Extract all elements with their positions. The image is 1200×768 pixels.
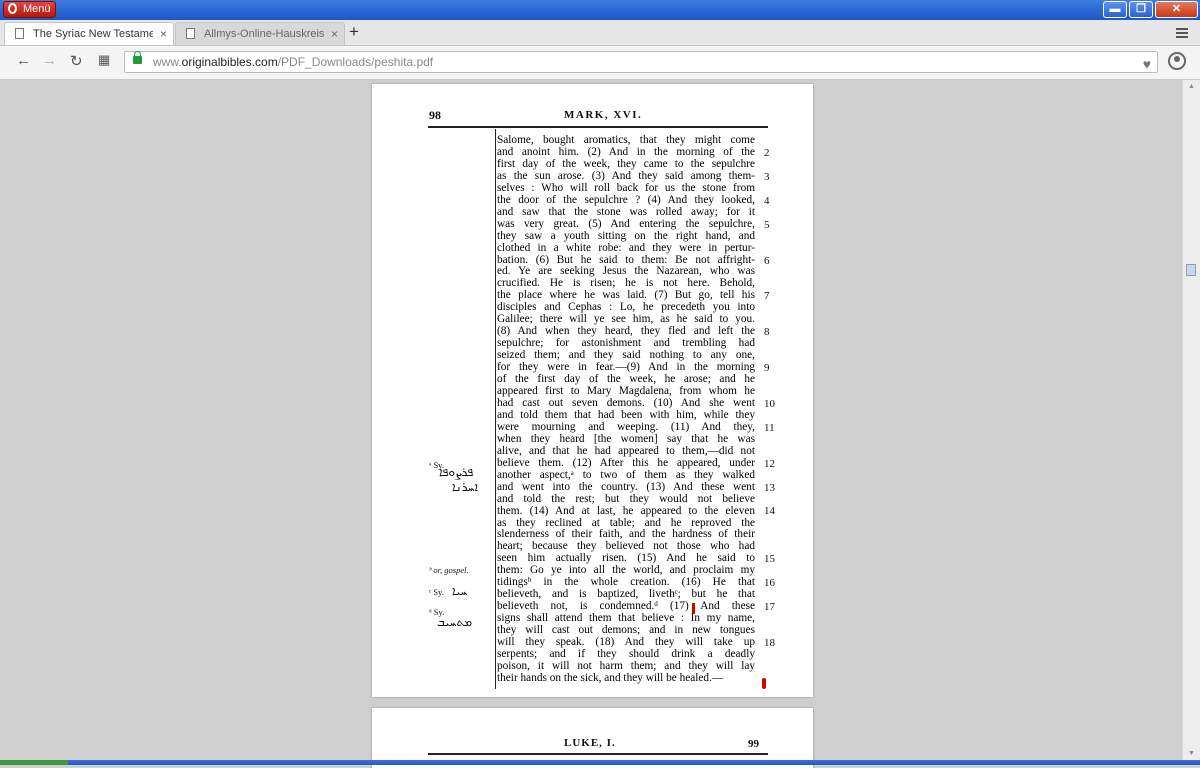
page-body-text: Salome, bought aromatics, that they migh… <box>497 134 755 685</box>
start-button[interactable] <box>0 760 68 765</box>
red-annotation-dot <box>762 678 766 689</box>
tab-allmys-hauskreis[interactable]: Allmys-Online-Hauskreis (Sei × <box>175 22 345 45</box>
opera-menu-button[interactable]: Menü <box>3 1 56 18</box>
document-icon <box>15 28 24 39</box>
text-line: and told the rest; but they would not be… <box>497 492 755 505</box>
reload-button[interactable]: ↻ <box>70 52 83 70</box>
syriac-gloss-a: ܦܪܨܘܦܐ <box>439 465 474 479</box>
syriac-gloss-d: ܡܬܚܝܒ <box>437 615 473 629</box>
page-header: LUKE, I. <box>564 737 616 749</box>
minimize-button[interactable]: ▬ <box>1103 1 1127 18</box>
text-line: alive, and that he had appeared to them,… <box>497 444 755 457</box>
verse-number: 4 <box>764 194 770 207</box>
windows-taskbar <box>0 760 1200 765</box>
verse-number: 10 <box>764 397 775 410</box>
opera-logo-icon <box>8 3 17 14</box>
page-icon <box>186 28 195 39</box>
vertical-scrollbar[interactable]: ▲ ▼ <box>1182 80 1200 760</box>
pdf-viewer[interactable]: 98 MARK, XVI. Salome, bought aromatics, … <box>0 80 1200 768</box>
syriac-gloss-a2: ܐܚܪܢܐ <box>452 480 479 494</box>
verse-number: 14 <box>764 505 775 518</box>
text-line: them. (14) And at last, he appeared to t… <box>497 504 755 517</box>
close-tab-icon[interactable]: × <box>160 23 167 45</box>
text-line: selves : Who will roll back for us the s… <box>497 181 755 194</box>
scroll-down-icon[interactable]: ▼ <box>1188 750 1195 757</box>
text-line: another aspect,ᵃ to two of them as they … <box>497 468 755 481</box>
tab-label: Allmys-Online-Hauskreis (Sei <box>204 28 324 40</box>
verse-number: 17 <box>764 601 775 614</box>
text-line: the door of the sepulchre ? (4) And they… <box>497 193 755 206</box>
footnote-b: ᵇ or, gospel. <box>429 565 469 575</box>
syriac-gloss-c: ܚܝܐ <box>452 584 468 598</box>
verse-number: 15 <box>764 553 775 566</box>
verse-number: 16 <box>764 577 775 590</box>
speed-dial-icon[interactable]: ▦ <box>98 52 110 68</box>
forward-button[interactable]: → <box>42 52 57 69</box>
text-line: and saw that the stone was rolled away; … <box>497 205 755 218</box>
scroll-up-icon[interactable]: ▲ <box>1188 83 1195 90</box>
red-annotation-mark <box>692 603 695 614</box>
address-toolbar: ← → ↻ ▦ www.originalbibles.com/PDF_Downl… <box>0 46 1200 80</box>
page-number: 98 <box>429 108 441 122</box>
title-bar: Menü ▬ ❐ ✕ <box>0 0 1200 20</box>
close-window-button[interactable]: ✕ <box>1155 1 1198 18</box>
page-header: MARK, XVI. <box>564 109 643 121</box>
verse-number: 7 <box>764 290 770 303</box>
window-controls: ▬ ❐ ✕ <box>1103 1 1198 18</box>
pdf-page-98: 98 MARK, XVI. Salome, bought aromatics, … <box>372 84 813 697</box>
bookmark-heart-icon[interactable]: ♥ <box>1143 54 1151 74</box>
verse-number: 9 <box>764 362 770 375</box>
close-tab-icon[interactable]: × <box>331 23 338 45</box>
text-line: clothed in a white robe: and they were i… <box>497 241 755 254</box>
menu-label: Menü <box>23 3 51 15</box>
new-tab-button[interactable]: + <box>349 22 359 42</box>
verse-number: 5 <box>764 218 770 231</box>
pdf-page-99: LUKE, I. 99 <box>372 708 813 768</box>
verse-number: 8 <box>764 326 770 339</box>
verse-number: 12 <box>764 457 775 470</box>
text-line: was very great. (5) And entering the sep… <box>497 217 755 230</box>
profile-icon[interactable] <box>1168 52 1186 70</box>
page-number: 99 <box>748 738 759 750</box>
maximize-button[interactable]: ❐ <box>1129 1 1153 18</box>
verse-number: 11 <box>764 421 775 434</box>
verse-number: 13 <box>764 481 775 494</box>
url-text: www.originalbibles.com/PDF_Downloads/pes… <box>153 55 434 69</box>
scroll-thumb[interactable] <box>1186 264 1196 276</box>
text-line: their hands on the sick, and they will b… <box>497 671 724 684</box>
lock-icon <box>133 51 142 64</box>
header-rule <box>428 753 768 755</box>
text-line: and went into the country. (13) And thes… <box>497 480 755 493</box>
text-line: believe them. (12) After this he appeare… <box>497 456 755 469</box>
verse-number: 3 <box>764 170 770 183</box>
tab-label: The Syriac New Testament <box>33 28 153 40</box>
back-button[interactable]: ← <box>16 52 31 69</box>
text-line: when they heard [the women] say that he … <box>497 432 755 445</box>
tab-syriac-new-testament[interactable]: The Syriac New Testament × <box>4 22 174 45</box>
verse-number: 18 <box>764 636 775 649</box>
margin-rule <box>495 129 496 689</box>
tab-bar: The Syriac New Testament × Allmys-Online… <box>0 20 1200 46</box>
verse-number: 2 <box>764 146 770 159</box>
text-line: they saw a youth sitting on the right ha… <box>497 229 755 242</box>
tab-menu-icon[interactable] <box>1176 28 1188 40</box>
header-rule <box>428 126 768 128</box>
address-field[interactable]: www.originalbibles.com/PDF_Downloads/pes… <box>124 51 1158 73</box>
footnote-c: ᶜ Sy. <box>429 587 444 597</box>
verse-number: 6 <box>764 254 770 267</box>
